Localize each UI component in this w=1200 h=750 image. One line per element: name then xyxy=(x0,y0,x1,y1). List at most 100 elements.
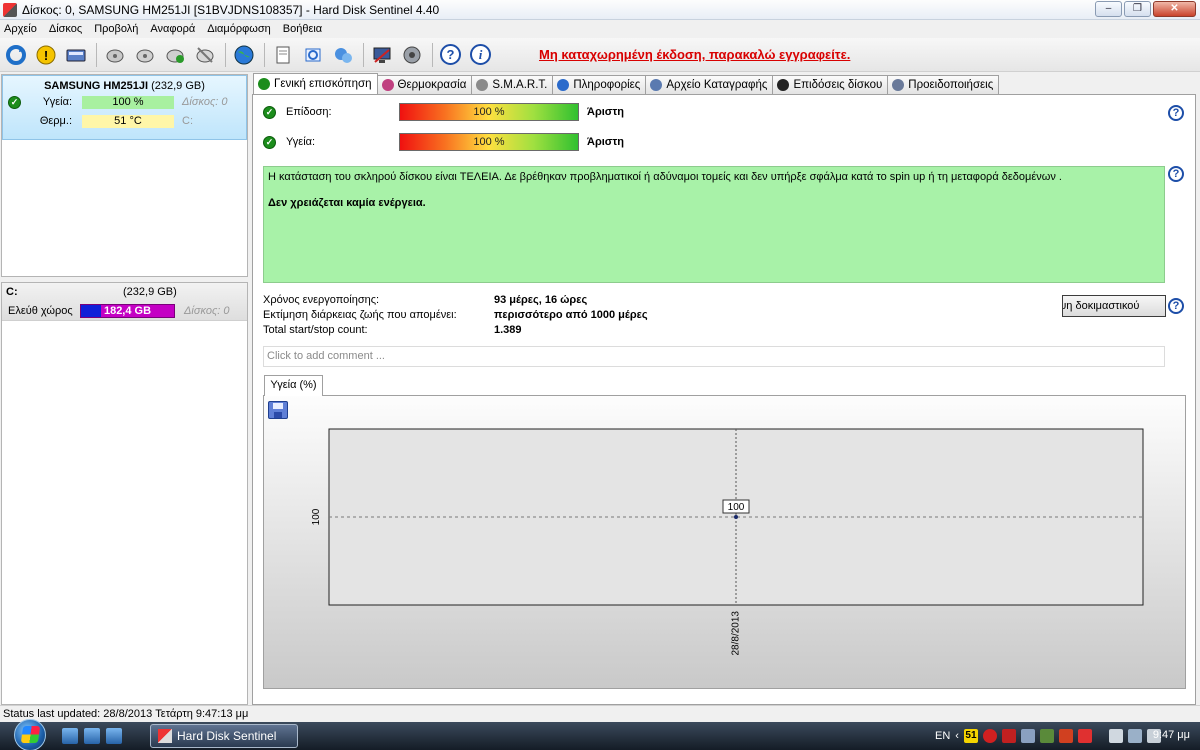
status-description: Η κατάσταση του σκληρού δίσκου είναι ΤΕΛ… xyxy=(263,166,1165,283)
web-button[interactable] xyxy=(230,41,257,68)
about-button[interactable]: i xyxy=(467,41,494,68)
power-on-value: 93 μέρες, 16 ώρες xyxy=(494,294,588,306)
disk-tool-4-button[interactable] xyxy=(191,41,218,68)
language-indicator[interactable]: EN xyxy=(935,730,950,742)
smart-icon xyxy=(476,79,489,91)
partition-entry[interactable]: C: (232,9 GB) Ελεύθ χώρος 182,4 GB Δίσκο… xyxy=(2,283,247,321)
lifetime-value: περισσότερο από 1000 μέρες xyxy=(494,309,648,321)
disk-partition-ref: C: xyxy=(182,115,193,127)
disk-tool-icon xyxy=(106,49,123,62)
quicklaunch-icon[interactable] xyxy=(84,728,100,744)
disk-temp-bar: 51 °C xyxy=(82,115,174,128)
tab-label: Πληροφορίες xyxy=(573,79,641,91)
maximize-button[interactable]: ❐ xyxy=(1124,1,1151,17)
tab-label: Γενική επισκόπηση xyxy=(274,78,372,90)
close-button[interactable]: ✕ xyxy=(1153,1,1196,17)
run-test-button[interactable]: Λήψη δοκιμαστικού xyxy=(1062,295,1166,317)
info-row: Χρόνος ενεργοποίησης: 93 μέρες, 16 ώρες xyxy=(263,294,903,309)
network-icon[interactable] xyxy=(1127,729,1142,743)
quicklaunch-icon[interactable] xyxy=(62,728,78,744)
settings-button[interactable] xyxy=(368,41,395,68)
globe-icon xyxy=(234,45,253,64)
tab-smart[interactable]: S.M.A.R.T. xyxy=(471,75,554,94)
performance-icon xyxy=(777,79,790,91)
disk-tool-3-button[interactable] xyxy=(161,41,188,68)
menu-file[interactable]: Αρχείο xyxy=(0,23,43,35)
ok-check-icon: ✓ xyxy=(263,136,276,149)
tab-health-chart[interactable]: Υγεία (%) xyxy=(264,375,323,396)
disk-tool-1-button[interactable] xyxy=(101,41,128,68)
drive-button[interactable] xyxy=(62,41,89,68)
quicklaunch-icon[interactable] xyxy=(106,728,122,744)
taskbar-app-button[interactable]: Hard Disk Sentinel xyxy=(150,724,298,748)
tray-expand-icon[interactable]: ‹ xyxy=(955,730,959,742)
menu-bar: Αρχείο Δίσκος Προβολή Αναφορά Διαμόρφωση… xyxy=(0,20,1200,38)
refresh-button[interactable] xyxy=(2,41,29,68)
tab-performance[interactable]: Επιδόσεις δίσκου xyxy=(772,75,889,94)
menu-view[interactable]: Προβολή xyxy=(88,23,144,35)
sync-button[interactable] xyxy=(299,41,326,68)
network-button[interactable] xyxy=(329,41,356,68)
toolbar-separator xyxy=(264,42,265,67)
health-value: 100 % xyxy=(473,136,505,148)
save-icon[interactable] xyxy=(268,401,288,419)
tray-app-icon[interactable] xyxy=(1020,729,1035,743)
window-controls: ‒ ❐ ✕ xyxy=(1095,1,1196,17)
chart-area: 28/8/2013 100 100 xyxy=(263,395,1186,689)
system-tray: EN ‹ 51 xyxy=(935,722,1161,750)
menu-configuration[interactable]: Διαμόρφωση xyxy=(201,23,277,35)
minimize-button[interactable]: ‒ xyxy=(1095,1,1122,17)
tab-information[interactable]: Πληροφορίες xyxy=(552,75,647,94)
tab-alerts[interactable]: Προειδοποιήσεις xyxy=(887,75,1000,94)
app-icon xyxy=(3,2,17,17)
help-icon[interactable]: ? xyxy=(1168,105,1184,121)
quick-launch xyxy=(62,728,122,744)
tab-overview[interactable]: Γενική επισκόπηση xyxy=(253,73,378,94)
tab-temperature[interactable]: Θερμοκρασία xyxy=(376,75,473,94)
clock[interactable]: 9:47 μμ xyxy=(1153,729,1190,741)
alerts-icon xyxy=(892,79,905,91)
start-button[interactable] xyxy=(14,719,46,750)
toolbar-separator xyxy=(225,42,226,67)
alert-button[interactable]: ! xyxy=(32,41,59,68)
tray-temperature-icon[interactable]: 51 xyxy=(963,729,978,743)
menu-help[interactable]: Βοήθεια xyxy=(277,23,328,35)
start-stop-value: 1.389 xyxy=(494,324,522,336)
help-button[interactable]: ? xyxy=(437,41,464,68)
help-icon[interactable]: ? xyxy=(1168,166,1184,182)
speaker-icon xyxy=(403,46,420,63)
comment-field[interactable]: Click to add comment ... xyxy=(263,346,1165,367)
tray-app-icon[interactable] xyxy=(1039,729,1054,743)
toolbar-separator xyxy=(96,42,97,67)
y-tick-label: 100 xyxy=(311,508,322,525)
disk-tool-check-icon xyxy=(166,49,184,63)
menu-disk[interactable]: Δίσκος xyxy=(43,23,88,35)
health-row: ✓ Υγεία: 100 % Άριστη xyxy=(263,133,1183,153)
disk-entry-selected[interactable]: SAMSUNG HM251JI (232,9 GB) ✓ Υγεία: 100 … xyxy=(2,75,247,140)
left-panel: SAMSUNG HM251JI (232,9 GB) ✓ Υγεία: 100 … xyxy=(0,73,249,705)
toolbar-separator xyxy=(363,42,364,67)
tab-log[interactable]: Αρχείο Καταγραφής xyxy=(645,75,774,94)
taskbar: Hard Disk Sentinel EN ‹ 51 9:47 μμ xyxy=(0,719,1200,750)
tray-app-icon[interactable] xyxy=(1001,729,1016,743)
svg-text:!: ! xyxy=(43,48,47,63)
report-button[interactable] xyxy=(269,41,296,68)
tray-app-icon[interactable] xyxy=(1058,729,1073,743)
status-text: Η κατάσταση του σκληρού δίσκου είναι ΤΕΛ… xyxy=(268,171,1062,183)
tray-alert-icon[interactable] xyxy=(982,729,997,743)
disk-temp-row: Θερμ.: 51 °C C: xyxy=(3,113,246,130)
ok-check-icon: ✓ xyxy=(8,96,21,109)
sound-button[interactable] xyxy=(398,41,425,68)
tray-device-icon[interactable] xyxy=(1108,729,1123,743)
help-icon[interactable]: ? xyxy=(1168,298,1184,314)
disk-tool-icon xyxy=(136,49,153,62)
health-chart: 28/8/2013 100 100 xyxy=(311,428,1144,656)
free-space-label: Ελεύθ χώρος xyxy=(8,305,73,317)
partition-letter: C: xyxy=(6,286,18,298)
registration-link[interactable]: Μη καταχωρημένη έκδοση, παρακαλώ εγγραφε… xyxy=(539,47,850,62)
menu-report[interactable]: Αναφορά xyxy=(144,23,201,35)
document-icon xyxy=(276,46,289,63)
partition-size: (232,9 GB) xyxy=(123,286,177,298)
disk-tool-2-button[interactable] xyxy=(131,41,158,68)
tray-app-icon[interactable] xyxy=(1077,729,1092,743)
